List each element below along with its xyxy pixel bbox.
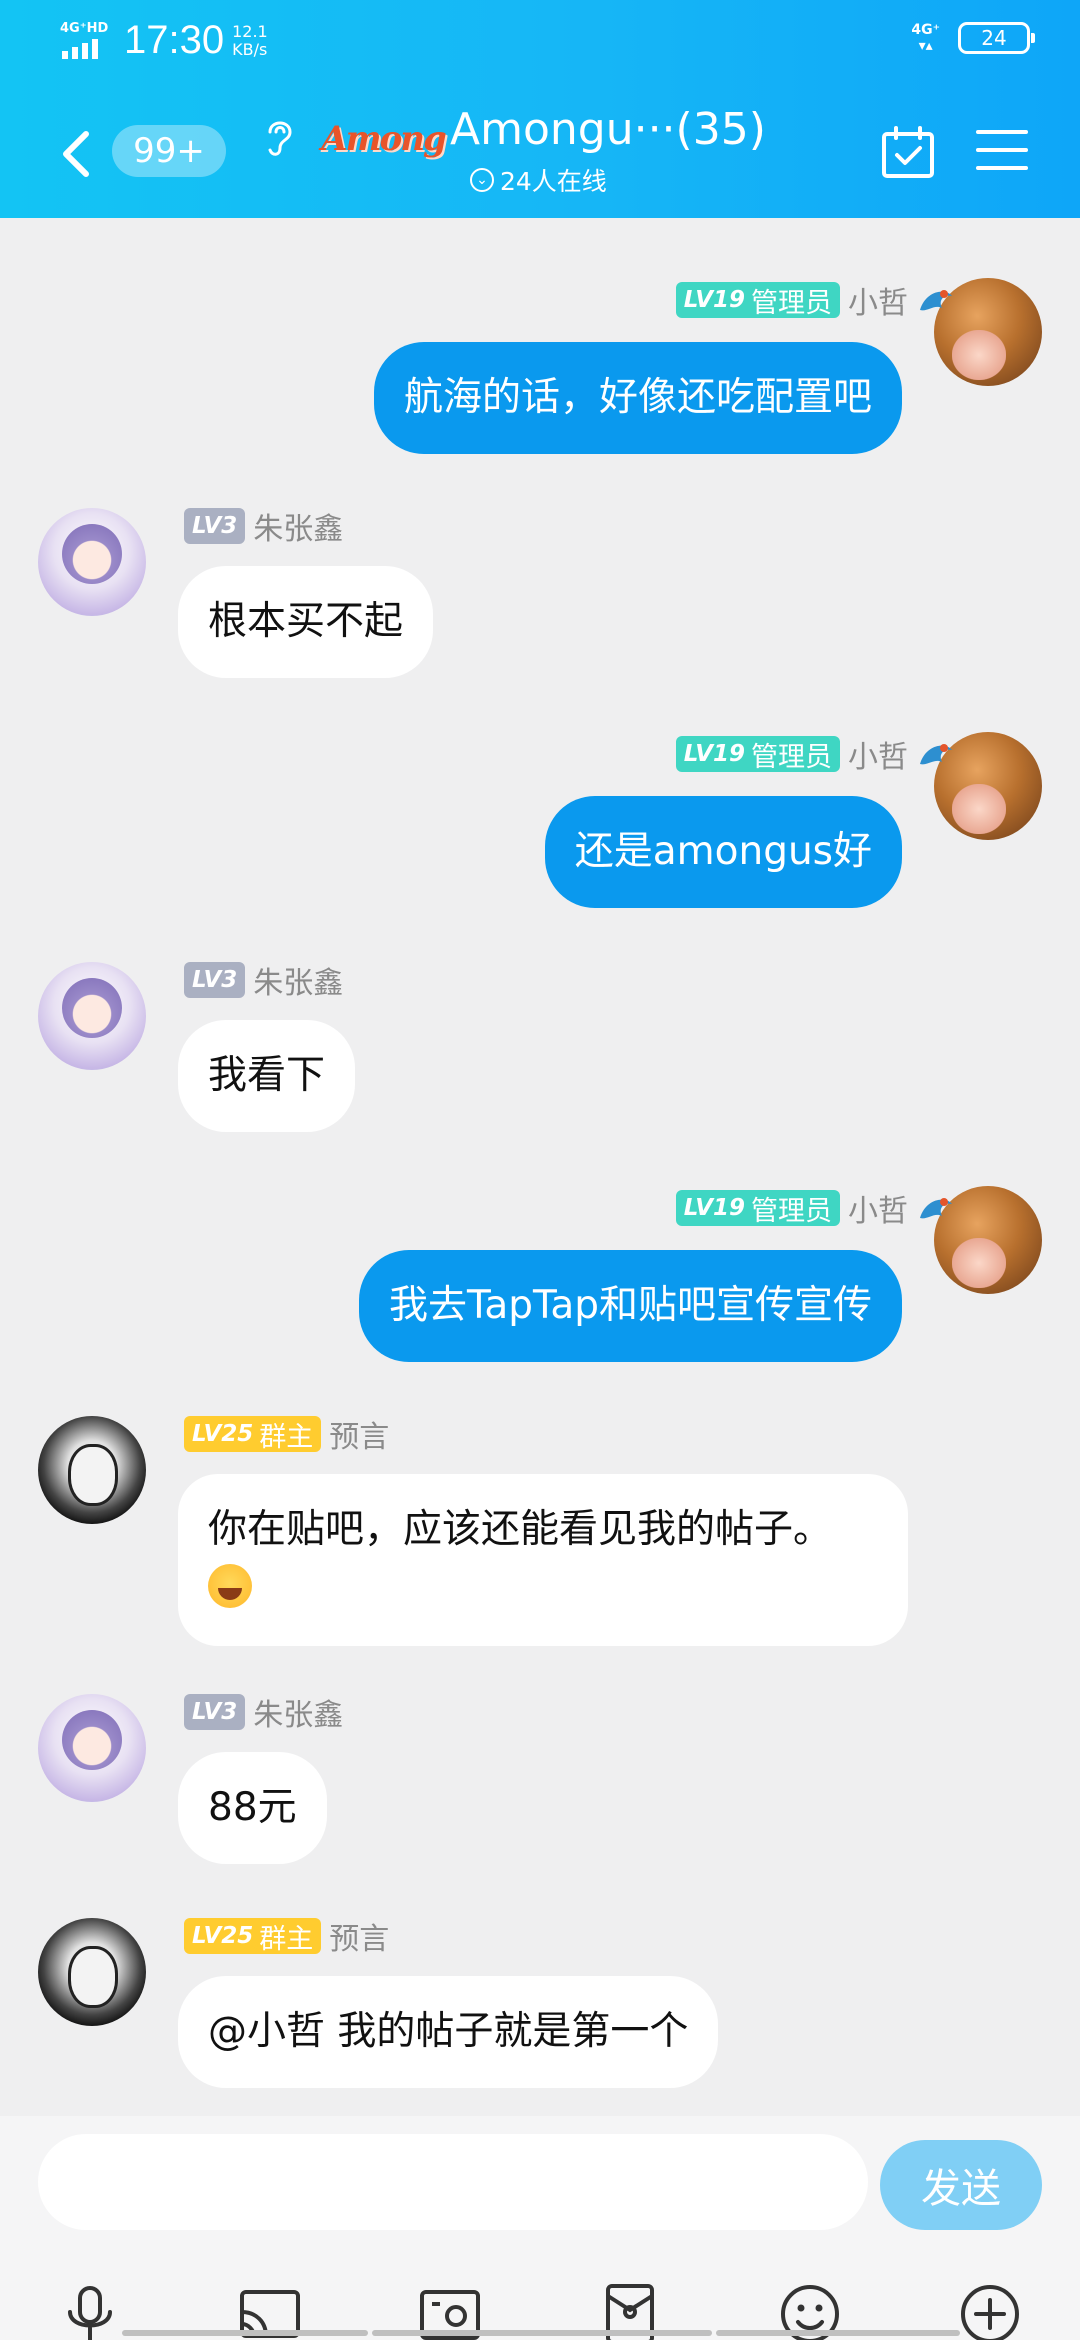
avatar[interactable]: [38, 1918, 146, 2026]
calendar-check-icon[interactable]: [880, 124, 936, 180]
dragon-icon: [920, 1198, 952, 1219]
level-badge: LV3: [184, 1694, 246, 1730]
message-header: LV19 管理员 小哲: [675, 280, 956, 321]
group-logo: Among: [320, 110, 447, 168]
avatar[interactable]: [38, 508, 146, 616]
message-bubble[interactable]: 航海的话，好像还吃配置吧: [373, 342, 902, 454]
menu-icon[interactable]: [976, 128, 1028, 172]
sender-name: 预言: [329, 1922, 390, 1957]
level-badge: LV25 群主: [184, 1416, 322, 1453]
level-badge: LV3: [184, 962, 246, 998]
mobile-data-label: 4G⁺: [911, 22, 940, 38]
online-count-label: 24人在线: [500, 167, 607, 196]
sender-name: 小哲: [848, 1194, 908, 1229]
gesture-bar: [716, 2330, 960, 2336]
gesture-bar: [122, 2330, 368, 2336]
input-bar: 发送: [0, 2116, 1080, 2340]
avatar[interactable]: [38, 962, 146, 1070]
network-type-label: 4G⁺HD: [60, 20, 109, 36]
speed-unit: KB/s: [232, 39, 268, 59]
message-bubble[interactable]: 你在贴吧，应该还能看见我的帖子。: [178, 1474, 908, 1646]
message-header: LV3 朱张鑫: [184, 1692, 344, 1733]
back-icon[interactable]: [56, 128, 96, 180]
mic-icon[interactable]: [58, 2282, 122, 2340]
message-text: 你在贴吧，应该还能看见我的帖子。: [208, 1507, 833, 1552]
nav-bar: 99+ Among Amongu···(35) ⌄ 24人在线: [0, 100, 1080, 210]
sender-name: 预言: [329, 1420, 390, 1455]
message-header: LV3 朱张鑫: [184, 960, 344, 1001]
dragon-icon: [920, 744, 952, 765]
chevron-down-icon: ⌄: [470, 168, 494, 192]
message-bubble[interactable]: 我去TapTap和贴吧宣传宣传: [358, 1250, 902, 1362]
message-header: LV19 管理员 小哲: [675, 734, 956, 775]
avatar[interactable]: [38, 1416, 146, 1524]
sender-name: 小哲: [848, 740, 908, 775]
clock: 17:30: [124, 18, 225, 62]
level-badge: LV19 管理员: [675, 282, 840, 319]
battery-level: 24: [981, 26, 1007, 50]
signal-icon: 4G⁺HD: [58, 21, 110, 61]
message-header: LV19 管理员 小哲: [675, 1188, 956, 1229]
message-bubble[interactable]: 88元: [178, 1752, 327, 1864]
group-logo-text: Among: [321, 119, 447, 159]
sender-name: 朱张鑫: [253, 966, 344, 1001]
message-bubble[interactable]: 根本买不起: [178, 566, 434, 678]
sender-name: 朱张鑫: [253, 512, 344, 547]
message-bubble[interactable]: @小哲 我的帖子就是第一个: [178, 1976, 719, 2088]
group-title[interactable]: Amongu···(35): [450, 104, 766, 155]
laugh-emoji-icon: [208, 1564, 252, 1608]
message-header: LV25 群主 预言: [184, 1414, 390, 1455]
message-header: LV25 群主 预言: [184, 1916, 390, 1957]
plus-icon[interactable]: [958, 2282, 1022, 2340]
sender-name: 小哲: [848, 286, 908, 321]
avatar[interactable]: [38, 1694, 146, 1802]
online-count[interactable]: ⌄ 24人在线: [470, 162, 607, 198]
ear-icon[interactable]: [262, 116, 298, 160]
speed-value: 12.1: [232, 21, 268, 41]
message-input[interactable]: [38, 2134, 868, 2230]
unread-badge[interactable]: 99+: [112, 125, 226, 177]
level-badge: LV19 管理员: [675, 736, 840, 773]
dragon-icon: [920, 290, 952, 311]
send-button[interactable]: 发送: [880, 2140, 1042, 2230]
mobile-data-icon: 4G⁺ ▾▴: [911, 22, 940, 54]
message-list[interactable]: LV19 管理员 小哲 航海的话，好像还吃配置吧 LV3 朱张鑫 根本买不起 LV…: [0, 218, 1080, 2116]
level-badge: LV25 群主: [184, 1918, 322, 1955]
chat-header: 4G⁺HD 17:30 12.1 KB/s 4G⁺ ▾▴ 24 99+ Amon…: [0, 0, 1080, 218]
status-bar: 4G⁺HD 17:30 12.1 KB/s 4G⁺ ▾▴ 24: [0, 0, 1080, 84]
level-badge: LV3: [184, 508, 246, 544]
message-header: LV3 朱张鑫: [184, 506, 344, 547]
level-badge: LV19 管理员: [675, 1190, 840, 1227]
message-bubble[interactable]: 还是amongus好: [544, 796, 902, 908]
battery-icon: 24: [958, 22, 1035, 54]
gesture-bar: [372, 2330, 712, 2336]
network-speed: 12.1 KB/s: [232, 21, 268, 59]
message-bubble[interactable]: 我看下: [178, 1020, 356, 1132]
sender-name: 朱张鑫: [253, 1698, 344, 1733]
